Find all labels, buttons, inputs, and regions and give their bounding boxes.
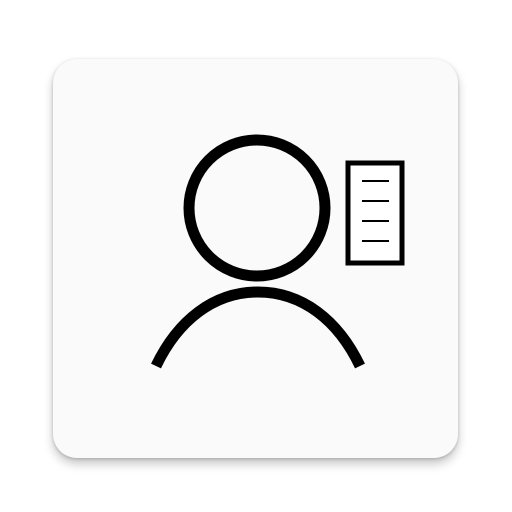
document-icon xyxy=(345,160,405,266)
user-shoulders-icon xyxy=(151,286,365,369)
user-head-icon xyxy=(183,134,331,282)
user-document-icon xyxy=(151,134,405,369)
app-icon-canvas xyxy=(0,0,512,512)
